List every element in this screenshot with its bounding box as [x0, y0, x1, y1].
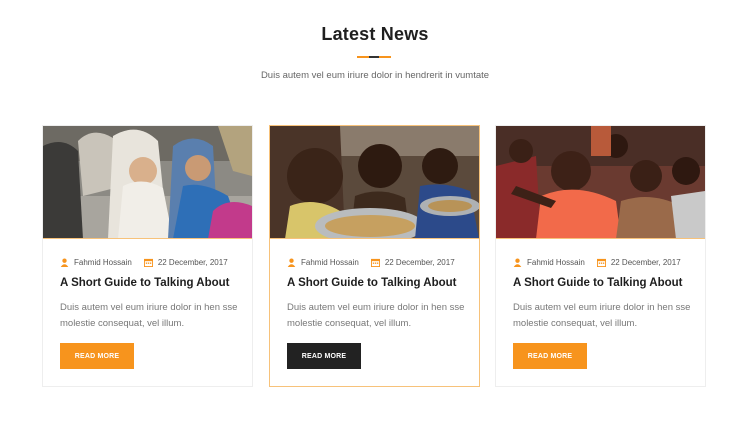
- post-author[interactable]: Fahmid Hossain: [527, 258, 585, 267]
- post-title[interactable]: A Short Guide to Talking About: [60, 277, 230, 289]
- user-icon: [60, 258, 69, 267]
- user-icon: [287, 258, 296, 267]
- news-card: Fahmid Hossain 22 December, 2017 A Short…: [269, 125, 480, 387]
- calendar-icon: [370, 258, 380, 267]
- post-date: 22 December, 2017: [157, 258, 228, 267]
- news-card: Fahmid Hossain 22 December, 2017 A Short…: [495, 125, 706, 387]
- read-more-button[interactable]: READ MORE: [287, 343, 361, 369]
- post-excerpt: Duis autem vel eum iriure dolor in hen s…: [287, 302, 465, 329]
- post-author[interactable]: Fahmid Hossain: [74, 258, 132, 267]
- news-image[interactable]: [496, 126, 705, 239]
- calendar-icon: [143, 258, 153, 267]
- read-more-button[interactable]: READ MORE: [513, 343, 587, 369]
- post-date: 22 December, 2017: [610, 258, 681, 267]
- calendar-icon: [596, 258, 606, 267]
- post-date: 22 December, 2017: [384, 258, 455, 267]
- news-card: Fahmid Hossain 22 December, 2017 A Short…: [42, 125, 253, 387]
- read-more-button[interactable]: READ MORE: [60, 343, 134, 369]
- post-meta: Fahmid Hossain 22 December, 2017: [287, 258, 455, 267]
- section-subtitle: Duis autem vel eum iriure dolor in hendr…: [260, 70, 490, 81]
- user-icon: [513, 258, 522, 267]
- section-title: Latest News: [321, 24, 429, 44]
- news-image[interactable]: [43, 126, 252, 239]
- post-excerpt: Duis autem vel eum iriure dolor in hen s…: [513, 302, 691, 329]
- post-excerpt: Duis autem vel eum iriure dolor in hen s…: [60, 302, 238, 329]
- title-underline: [357, 56, 391, 58]
- post-meta: Fahmid Hossain 22 December, 2017: [513, 258, 681, 267]
- post-author[interactable]: Fahmid Hossain: [301, 258, 359, 267]
- post-title[interactable]: A Short Guide to Talking About: [513, 277, 683, 289]
- post-meta: Fahmid Hossain 22 December, 2017: [60, 258, 228, 267]
- post-title[interactable]: A Short Guide to Talking About: [287, 277, 457, 289]
- news-image[interactable]: [270, 126, 479, 239]
